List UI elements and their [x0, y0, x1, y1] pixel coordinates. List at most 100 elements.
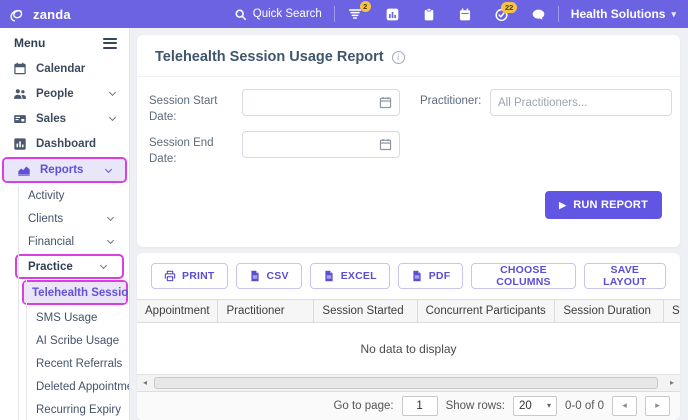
calendar-icon[interactable] [379, 96, 392, 109]
sidebar-item-sales[interactable]: Sales [0, 106, 129, 131]
calendar-icon[interactable] [379, 138, 392, 151]
rows-per-page-select[interactable]: 20 ▾ [513, 396, 557, 416]
report-criteria-panel: Telehealth Session Usage Report i Sessio… [137, 35, 680, 247]
sidebar-item-label: Clients [28, 213, 63, 225]
range-text: 0-0 of 0 [565, 400, 604, 412]
sidebar-item-calendar[interactable]: Calendar [0, 56, 129, 81]
results-panel: PRINT CSV EXCEL [137, 253, 680, 420]
quick-search[interactable]: Quick Search [234, 8, 322, 21]
reports-icon [17, 163, 31, 177]
clipboard-icon[interactable] [422, 7, 436, 22]
choose-columns-button[interactable]: CHOOSE COLUMNS [471, 263, 575, 289]
sidebar: Menu Calendar People Sales [0, 28, 130, 420]
session-start-date-input[interactable] [250, 97, 379, 109]
sidebar-item-reports[interactable]: Reports [4, 159, 125, 181]
sidebar-item-label: Dashboard [36, 138, 96, 150]
file-icon [323, 270, 335, 282]
sidebar-item-label: Financial [28, 236, 74, 248]
sidebar-item-label: Calendar [36, 63, 85, 75]
calendar-icon [13, 62, 27, 76]
horizontal-scrollbar[interactable]: ◂ ▸ [137, 374, 680, 391]
excel-button[interactable]: EXCEL [310, 263, 390, 289]
excel-label: EXCEL [341, 270, 377, 282]
info-icon[interactable]: i [392, 51, 405, 64]
sidebar-item-practice[interactable]: Practice [17, 256, 122, 277]
sidebar-item-label: Sales [36, 113, 66, 125]
chevron-down-icon [107, 237, 114, 244]
chevron-down-icon [107, 214, 114, 221]
dashboard-icon [13, 137, 27, 151]
bar-chart-icon[interactable] [385, 7, 400, 22]
choose-columns-label: CHOOSE COLUMNS [484, 264, 562, 288]
print-button[interactable]: PRINT [151, 263, 228, 289]
telehealth-annotation-box: Telehealth Sessions [22, 280, 128, 305]
tasks-badge: 22 [501, 2, 516, 13]
chevron-down-icon: ▾ [671, 9, 676, 20]
save-layout-button[interactable]: SAVE LAYOUT [584, 263, 666, 289]
next-page-button[interactable]: ▸ [645, 396, 670, 416]
filter-icon[interactable]: 2 [347, 6, 363, 22]
chevron-down-icon: ▾ [547, 401, 551, 410]
quick-search-label: Quick Search [253, 8, 322, 20]
hamburger-icon[interactable] [103, 38, 117, 49]
previous-page-button[interactable]: ◂ [612, 396, 637, 416]
practitioner-input[interactable] [498, 97, 664, 109]
calendar-icon[interactable] [458, 7, 472, 22]
sidebar-item-label: Recent Referrals [36, 358, 122, 370]
column-header-session-started[interactable]: Session Started [314, 300, 417, 322]
scrollbar-thumb[interactable] [154, 377, 658, 389]
account-menu[interactable]: Health Solutions ▾ [571, 7, 676, 21]
scrollbar-track[interactable] [153, 375, 664, 391]
table-header-row: Appointment Practitioner Session Started… [137, 299, 680, 323]
csv-label: CSV [267, 270, 289, 282]
session-start-date-label: Session Start Date: [149, 89, 242, 125]
printer-icon [164, 270, 176, 282]
sidebar-item-ai-scribe-usage[interactable]: AI Scribe Usage [0, 329, 129, 352]
sidebar-item-telehealth-sessions[interactable]: Telehealth Sessions [24, 282, 126, 303]
sidebar-item-financial[interactable]: Financial [0, 230, 129, 253]
tasks-check-icon[interactable]: 22 [494, 7, 509, 22]
chevron-down-icon [100, 262, 107, 269]
session-end-date-field[interactable] [242, 131, 400, 158]
save-layout-label: SAVE LAYOUT [597, 264, 653, 288]
session-end-date-input[interactable] [250, 139, 379, 151]
sidebar-item-clients[interactable]: Clients [0, 207, 129, 230]
sidebar-item-recent-referrals[interactable]: Recent Referrals [0, 352, 129, 375]
sidebar-item-label: Practice [28, 261, 73, 273]
practitioner-field[interactable] [490, 89, 672, 116]
file-icon [249, 270, 261, 282]
sidebar-item-label: Recurring Expiry [36, 404, 121, 416]
session-end-date-label: Session End Date: [149, 131, 242, 167]
sales-icon [13, 112, 27, 126]
sidebar-item-activity[interactable]: Activity [0, 184, 129, 207]
sidebar-item-recurring-expiry[interactable]: Recurring Expiry [0, 398, 129, 420]
play-icon: ▶ [559, 200, 566, 211]
brand-name: zanda [33, 7, 71, 22]
column-header-practitioner[interactable]: Practitioner [218, 300, 314, 322]
column-header-session-duration[interactable]: Session Duration [555, 300, 664, 322]
sidebar-item-sms-usage[interactable]: SMS Usage [0, 306, 129, 329]
sidebar-item-label: SMS Usage [36, 312, 97, 324]
page-number-input[interactable] [402, 396, 438, 416]
top-bar: zanda Quick Search 2 [0, 0, 688, 28]
chat-icon[interactable] [531, 7, 546, 22]
sidebar-item-people[interactable]: People [0, 81, 129, 106]
chevron-down-icon [109, 89, 116, 96]
column-header-appointment[interactable]: Appointment [137, 300, 218, 322]
run-report-button[interactable]: ▶ RUN REPORT [545, 191, 662, 219]
column-header-concurrent-participants[interactable]: Concurrent Participants [418, 300, 556, 322]
reports-submenu: Activity Clients Financial Practice Te [0, 184, 129, 420]
practice-annotation-box: Practice [15, 254, 124, 279]
scroll-right-icon[interactable]: ▸ [664, 375, 680, 391]
sidebar-item-label: Telehealth Sessions [32, 287, 130, 299]
zanda-logo[interactable]: zanda [8, 5, 130, 24]
column-header-status[interactable]: Status [664, 300, 680, 322]
pdf-button[interactable]: PDF [398, 263, 464, 289]
csv-button[interactable]: CSV [236, 263, 302, 289]
session-start-date-field[interactable] [242, 89, 400, 116]
sidebar-item-deleted-appointments[interactable]: Deleted Appointme... [0, 375, 129, 398]
go-to-page-label: Go to page: [333, 400, 393, 412]
sidebar-item-dashboard[interactable]: Dashboard [0, 131, 129, 156]
scroll-left-icon[interactable]: ◂ [137, 375, 153, 391]
rows-value: 20 [519, 400, 532, 412]
